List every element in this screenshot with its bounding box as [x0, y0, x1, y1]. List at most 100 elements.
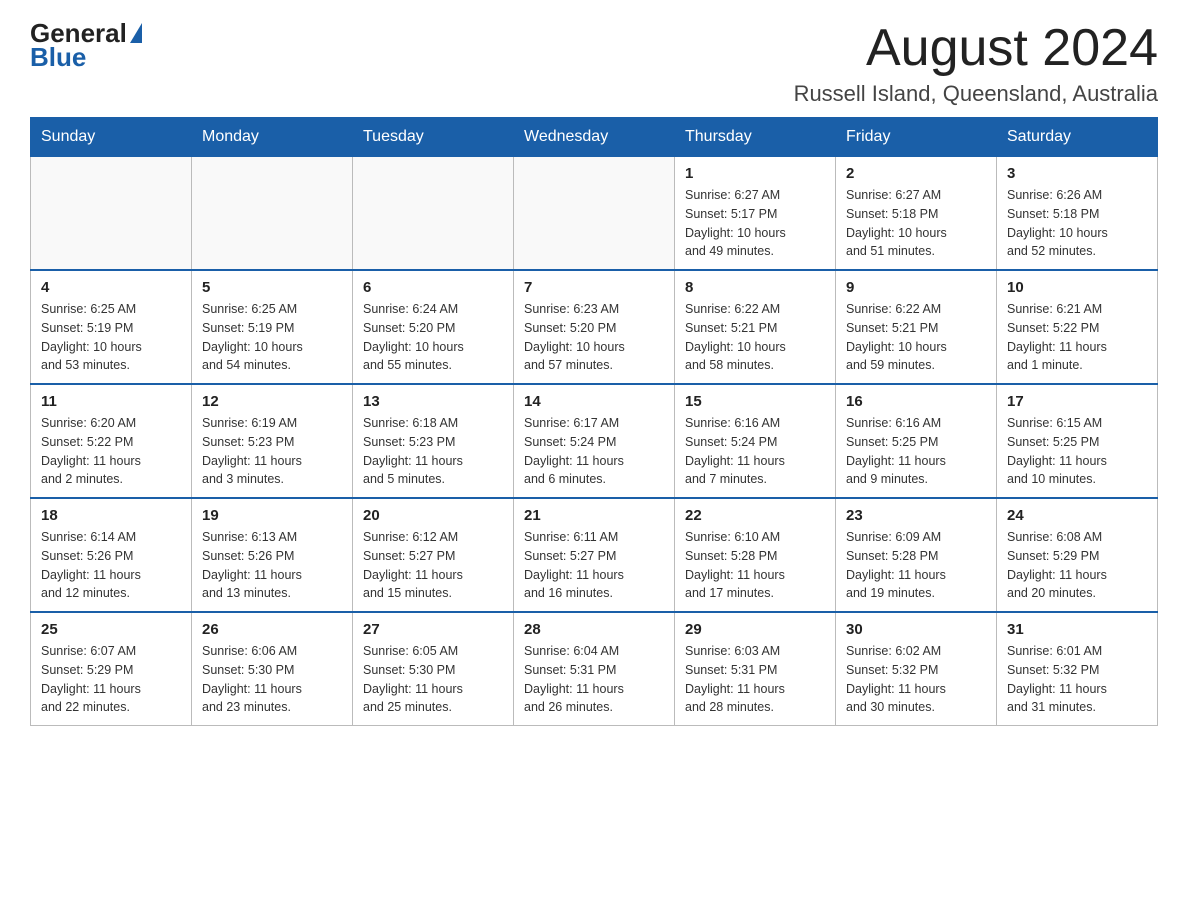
- calendar-day-cell: [31, 157, 192, 271]
- day-number: 6: [363, 279, 503, 296]
- day-number: 28: [524, 621, 664, 638]
- day-number: 18: [41, 507, 181, 524]
- day-number: 30: [846, 621, 986, 638]
- day-info: Sunrise: 6:27 AMSunset: 5:18 PMDaylight:…: [846, 186, 986, 261]
- day-info: Sunrise: 6:10 AMSunset: 5:28 PMDaylight:…: [685, 528, 825, 603]
- calendar-day-cell: 24 Sunrise: 6:08 AMSunset: 5:29 PMDayligh…: [997, 498, 1158, 612]
- page-header: General Blue August 2024 Russell Island,…: [30, 20, 1158, 107]
- day-info: Sunrise: 6:23 AMSunset: 5:20 PMDaylight:…: [524, 300, 664, 375]
- day-info: Sunrise: 6:15 AMSunset: 5:25 PMDaylight:…: [1007, 414, 1147, 489]
- calendar-day-cell: 8 Sunrise: 6:22 AMSunset: 5:21 PMDaylight…: [675, 270, 836, 384]
- calendar-day-cell: 31Sunrise: 6:01 AMSunset: 5:32 PMDayligh…: [997, 612, 1158, 726]
- day-info: Sunrise: 6:17 AMSunset: 5:24 PMDaylight:…: [524, 414, 664, 489]
- day-number: 20: [363, 507, 503, 524]
- calendar-day-cell: 23 Sunrise: 6:09 AMSunset: 5:28 PMDayligh…: [836, 498, 997, 612]
- calendar-day-cell: [353, 157, 514, 271]
- day-info: Sunrise: 6:02 AMSunset: 5:32 PMDaylight:…: [846, 642, 986, 717]
- day-number: 3: [1007, 165, 1147, 182]
- calendar-week-row: 11Sunrise: 6:20 AMSunset: 5:22 PMDayligh…: [31, 384, 1158, 498]
- day-info: Sunrise: 6:08 AMSunset: 5:29 PMDaylight:…: [1007, 528, 1147, 603]
- calendar-day-cell: 7 Sunrise: 6:23 AMSunset: 5:20 PMDaylight…: [514, 270, 675, 384]
- day-info: Sunrise: 6:19 AMSunset: 5:23 PMDaylight:…: [202, 414, 342, 489]
- calendar-day-cell: 28 Sunrise: 6:04 AMSunset: 5:31 PMDayligh…: [514, 612, 675, 726]
- day-info: Sunrise: 6:16 AMSunset: 5:24 PMDaylight:…: [685, 414, 825, 489]
- day-info: Sunrise: 6:27 AMSunset: 5:17 PMDaylight:…: [685, 186, 825, 261]
- day-info: Sunrise: 6:16 AMSunset: 5:25 PMDaylight:…: [846, 414, 986, 489]
- calendar-day-cell: 2 Sunrise: 6:27 AMSunset: 5:18 PMDaylight…: [836, 157, 997, 271]
- calendar-day-cell: 16 Sunrise: 6:16 AMSunset: 5:25 PMDayligh…: [836, 384, 997, 498]
- day-number: 7: [524, 279, 664, 296]
- day-number: 10: [1007, 279, 1147, 296]
- logo-blue-text: Blue: [30, 42, 86, 72]
- calendar-day-cell: 1 Sunrise: 6:27 AMSunset: 5:17 PMDaylight…: [675, 157, 836, 271]
- calendar-week-row: 25 Sunrise: 6:07 AMSunset: 5:29 PMDayligh…: [31, 612, 1158, 726]
- day-info: Sunrise: 6:14 AMSunset: 5:26 PMDaylight:…: [41, 528, 181, 603]
- day-number: 22: [685, 507, 825, 524]
- calendar-day-cell: 10 Sunrise: 6:21 AMSunset: 5:22 PMDayligh…: [997, 270, 1158, 384]
- day-number: 5: [202, 279, 342, 296]
- day-number: 13: [363, 393, 503, 410]
- day-number: 16: [846, 393, 986, 410]
- day-number: 1: [685, 165, 825, 182]
- calendar-day-cell: 4 Sunrise: 6:25 AMSunset: 5:19 PMDaylight…: [31, 270, 192, 384]
- calendar-table: SundayMondayTuesdayWednesdayThursdayFrid…: [30, 117, 1158, 726]
- day-number: 12: [202, 393, 342, 410]
- day-info: Sunrise: 6:21 AMSunset: 5:22 PMDaylight:…: [1007, 300, 1147, 375]
- calendar-day-cell: 9 Sunrise: 6:22 AMSunset: 5:21 PMDaylight…: [836, 270, 997, 384]
- day-info: Sunrise: 6:24 AMSunset: 5:20 PMDaylight:…: [363, 300, 503, 375]
- day-number: 9: [846, 279, 986, 296]
- day-number: 29: [685, 621, 825, 638]
- day-info: Sunrise: 6:07 AMSunset: 5:29 PMDaylight:…: [41, 642, 181, 717]
- day-info: Sunrise: 6:11 AMSunset: 5:27 PMDaylight:…: [524, 528, 664, 603]
- day-number: 17: [1007, 393, 1147, 410]
- title-block: August 2024 Russell Island, Queensland, …: [794, 20, 1158, 107]
- calendar-day-cell: 25 Sunrise: 6:07 AMSunset: 5:29 PMDayligh…: [31, 612, 192, 726]
- calendar-header-saturday: Saturday: [997, 118, 1158, 157]
- day-info: Sunrise: 6:03 AMSunset: 5:31 PMDaylight:…: [685, 642, 825, 717]
- calendar-day-cell: 15 Sunrise: 6:16 AMSunset: 5:24 PMDayligh…: [675, 384, 836, 498]
- day-number: 15: [685, 393, 825, 410]
- day-info: Sunrise: 6:13 AMSunset: 5:26 PMDaylight:…: [202, 528, 342, 603]
- day-number: 31: [1007, 621, 1147, 638]
- day-number: 2: [846, 165, 986, 182]
- calendar-header-tuesday: Tuesday: [353, 118, 514, 157]
- day-number: 25: [41, 621, 181, 638]
- calendar-header-monday: Monday: [192, 118, 353, 157]
- calendar-week-row: 18 Sunrise: 6:14 AMSunset: 5:26 PMDayligh…: [31, 498, 1158, 612]
- calendar-day-cell: 27Sunrise: 6:05 AMSunset: 5:30 PMDayligh…: [353, 612, 514, 726]
- day-info: Sunrise: 6:25 AMSunset: 5:19 PMDaylight:…: [202, 300, 342, 375]
- calendar-header-wednesday: Wednesday: [514, 118, 675, 157]
- location-title: Russell Island, Queensland, Australia: [794, 81, 1158, 107]
- calendar-day-cell: 6 Sunrise: 6:24 AMSunset: 5:20 PMDaylight…: [353, 270, 514, 384]
- calendar-day-cell: 26Sunrise: 6:06 AMSunset: 5:30 PMDayligh…: [192, 612, 353, 726]
- day-number: 23: [846, 507, 986, 524]
- calendar-header-sunday: Sunday: [31, 118, 192, 157]
- day-info: Sunrise: 6:22 AMSunset: 5:21 PMDaylight:…: [846, 300, 986, 375]
- day-info: Sunrise: 6:25 AMSunset: 5:19 PMDaylight:…: [41, 300, 181, 375]
- calendar-day-cell: 12 Sunrise: 6:19 AMSunset: 5:23 PMDayligh…: [192, 384, 353, 498]
- day-info: Sunrise: 6:22 AMSunset: 5:21 PMDaylight:…: [685, 300, 825, 375]
- day-number: 24: [1007, 507, 1147, 524]
- day-info: Sunrise: 6:05 AMSunset: 5:30 PMDaylight:…: [363, 642, 503, 717]
- calendar-day-cell: 18 Sunrise: 6:14 AMSunset: 5:26 PMDayligh…: [31, 498, 192, 612]
- calendar-day-cell: 17 Sunrise: 6:15 AMSunset: 5:25 PMDayligh…: [997, 384, 1158, 498]
- logo-triangle-icon: [130, 23, 142, 43]
- day-number: 14: [524, 393, 664, 410]
- calendar-week-row: 4 Sunrise: 6:25 AMSunset: 5:19 PMDaylight…: [31, 270, 1158, 384]
- day-number: 19: [202, 507, 342, 524]
- day-number: 4: [41, 279, 181, 296]
- day-info: Sunrise: 6:18 AMSunset: 5:23 PMDaylight:…: [363, 414, 503, 489]
- calendar-day-cell: 11Sunrise: 6:20 AMSunset: 5:22 PMDayligh…: [31, 384, 192, 498]
- calendar-header-row: SundayMondayTuesdayWednesdayThursdayFrid…: [31, 118, 1158, 157]
- day-info: Sunrise: 6:09 AMSunset: 5:28 PMDaylight:…: [846, 528, 986, 603]
- calendar-day-cell: 20Sunrise: 6:12 AMSunset: 5:27 PMDayligh…: [353, 498, 514, 612]
- calendar-day-cell: 14 Sunrise: 6:17 AMSunset: 5:24 PMDayligh…: [514, 384, 675, 498]
- calendar-day-cell: 21Sunrise: 6:11 AMSunset: 5:27 PMDayligh…: [514, 498, 675, 612]
- calendar-header-friday: Friday: [836, 118, 997, 157]
- calendar-header-thursday: Thursday: [675, 118, 836, 157]
- day-info: Sunrise: 6:04 AMSunset: 5:31 PMDaylight:…: [524, 642, 664, 717]
- calendar-day-cell: [192, 157, 353, 271]
- calendar-day-cell: 22 Sunrise: 6:10 AMSunset: 5:28 PMDayligh…: [675, 498, 836, 612]
- day-number: 8: [685, 279, 825, 296]
- day-info: Sunrise: 6:26 AMSunset: 5:18 PMDaylight:…: [1007, 186, 1147, 261]
